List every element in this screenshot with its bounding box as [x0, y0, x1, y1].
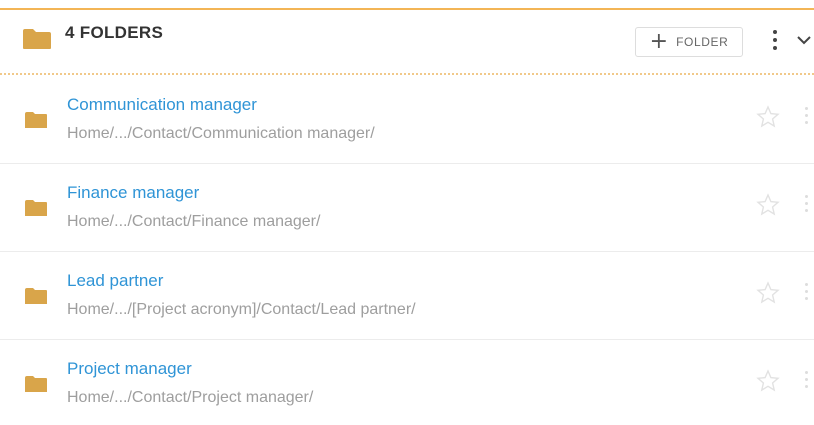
star-icon[interactable]	[756, 281, 780, 305]
folder-path: Home/.../Contact/Communication manager/	[67, 125, 375, 142]
plus-icon: +	[649, 29, 669, 54]
row-more-icon[interactable]	[803, 107, 809, 129]
chevron-down-icon[interactable]	[796, 32, 812, 48]
folder-name-link[interactable]: Finance manager	[67, 183, 199, 203]
folder-icon	[25, 376, 47, 392]
row-more-icon[interactable]	[803, 371, 809, 393]
folder-row[interactable]: Finance manager Home/.../Contact/Finance…	[0, 164, 814, 252]
add-folder-button[interactable]: + FOLDER	[635, 27, 743, 57]
folder-row[interactable]: Project manager Home/.../Contact/Project…	[0, 340, 814, 425]
star-icon[interactable]	[756, 193, 780, 217]
row-more-icon[interactable]	[803, 195, 809, 217]
row-more-icon[interactable]	[803, 283, 809, 305]
folder-icon	[25, 200, 47, 216]
folder-path: Home/.../Contact/Finance manager/	[67, 213, 321, 230]
star-icon[interactable]	[756, 369, 780, 393]
folder-path: Home/.../[Project acronym]/Contact/Lead …	[67, 301, 416, 318]
folder-name-link[interactable]: Communication manager	[67, 95, 257, 115]
accent-top-border	[0, 8, 814, 10]
folders-panel: 4 FOLDERS + FOLDER Communication manager…	[0, 0, 814, 425]
folder-name-link[interactable]: Lead partner	[67, 271, 163, 291]
add-folder-label: FOLDER	[676, 35, 729, 49]
folder-name-link[interactable]: Project manager	[67, 359, 192, 379]
more-options-icon[interactable]	[769, 30, 781, 56]
folder-path: Home/.../Contact/Project manager/	[67, 389, 314, 406]
star-icon[interactable]	[756, 105, 780, 129]
folder-icon	[25, 288, 47, 304]
folder-row[interactable]: Lead partner Home/.../[Project acronym]/…	[0, 252, 814, 340]
folder-icon	[25, 112, 47, 128]
header-divider	[0, 73, 814, 75]
folder-row[interactable]: Communication manager Home/.../Contact/C…	[0, 76, 814, 164]
folder-icon	[23, 29, 51, 49]
folders-count-title: 4 FOLDERS	[65, 23, 164, 42]
